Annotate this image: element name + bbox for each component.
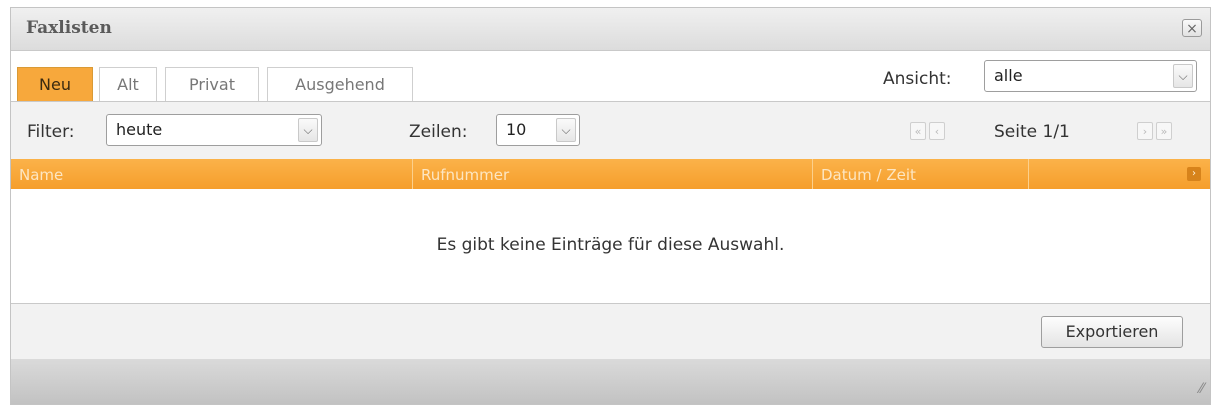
table-header: Name Rufnummer Datum / Zeit › (11, 159, 1210, 189)
rows-select[interactable]: 10 ⌵ (496, 114, 580, 146)
footer-bar: Exportieren (11, 303, 1210, 360)
chevron-down-icon: ⌵ (1173, 64, 1193, 88)
tab-privat[interactable]: Privat (165, 67, 259, 101)
close-icon: × (1186, 21, 1198, 37)
title-bar: Faxlisten × (11, 8, 1210, 51)
rows-label: Zeilen: (409, 122, 468, 142)
chevron-down-icon: ⌵ (556, 118, 576, 142)
tab-neu[interactable]: Neu (17, 67, 93, 101)
page-indicator: Seite 1/1 (994, 122, 1070, 142)
last-page-button[interactable]: » (1156, 122, 1172, 140)
more-columns-icon[interactable]: › (1187, 167, 1201, 181)
first-page-button[interactable]: « (910, 122, 926, 140)
resize-grip-icon[interactable]: ⁄⁄ (1186, 380, 1204, 398)
column-header-extra (1029, 159, 1212, 189)
next-page-button[interactable]: › (1137, 122, 1153, 140)
filter-select[interactable]: heute ⌵ (106, 114, 322, 146)
rows-select-value: 10 (506, 120, 527, 139)
status-bar: ⁄⁄ (11, 359, 1210, 404)
filter-label: Filter: (27, 122, 75, 142)
close-button[interactable]: × (1182, 19, 1202, 37)
column-header-datum-zeit[interactable]: Datum / Zeit (813, 159, 1029, 189)
view-select-value: alle (994, 66, 1023, 85)
faxlisten-window: Faxlisten × Neu Alt Privat Ausgehend Ans… (10, 7, 1211, 405)
previous-page-button[interactable]: ‹ (929, 122, 945, 140)
empty-message: Es gibt keine Einträge für diese Auswahl… (436, 235, 785, 255)
column-header-name[interactable]: Name (11, 159, 413, 189)
table-body: Es gibt keine Einträge für diese Auswahl… (11, 189, 1210, 303)
column-header-rufnummer[interactable]: Rufnummer (413, 159, 813, 189)
export-button[interactable]: Exportieren (1041, 316, 1183, 348)
window-title: Faxlisten (26, 18, 112, 38)
filter-select-value: heute (116, 120, 163, 139)
view-select[interactable]: alle ⌵ (984, 60, 1197, 92)
view-label: Ansicht: (883, 69, 952, 89)
tab-ausgehend[interactable]: Ausgehend (267, 67, 413, 101)
chevron-down-icon: ⌵ (298, 118, 318, 142)
tab-row: Neu Alt Privat Ausgehend Ansicht: alle ⌵ (11, 51, 1210, 101)
tab-alt[interactable]: Alt (99, 67, 157, 101)
filter-row: Filter: heute ⌵ Zeilen: 10 ⌵ « ‹ Seite 1… (11, 101, 1210, 160)
